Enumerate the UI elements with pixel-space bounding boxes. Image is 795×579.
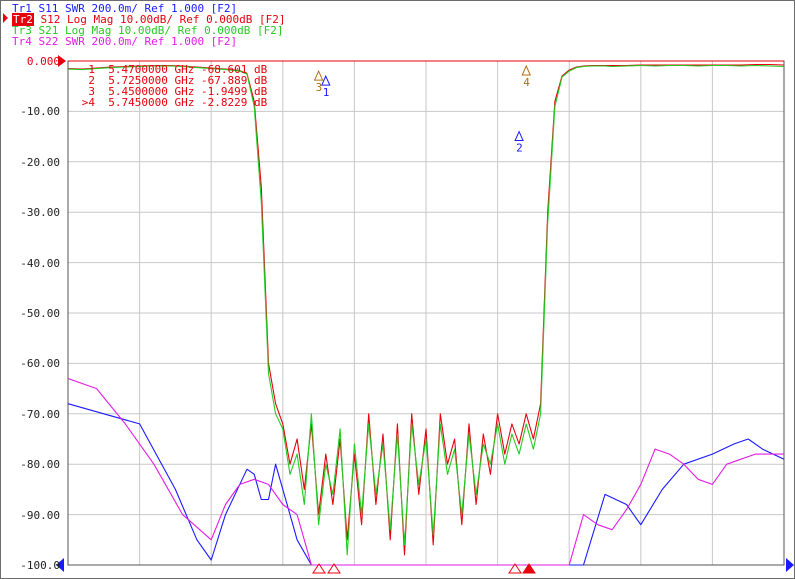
marker-triangle <box>521 64 532 76</box>
y-tick-label: -80.00 <box>20 458 60 472</box>
y-tick-label: -70.00 <box>20 407 60 421</box>
y-tick-label: -100.0 <box>20 559 60 572</box>
marker-number: 4 <box>523 76 530 89</box>
y-tick-label: -10.00 <box>20 105 60 119</box>
marker-triangle <box>320 74 331 86</box>
y-tick-label: -60.00 <box>20 357 60 371</box>
y-tick-label: -50.00 <box>20 307 60 320</box>
marker-number: 3 <box>316 81 323 94</box>
right-scale-arrow <box>786 558 794 572</box>
y-tick-label: -90.00 <box>20 508 60 522</box>
marker-number: 2 <box>516 142 523 155</box>
y-tick-label: -20.00 <box>20 155 60 169</box>
y-tick-label: 0.000 <box>26 55 60 68</box>
marker-number: 1 <box>323 86 330 99</box>
vna-screen: 1234 Tr1 S11 SWR 200.0m/ Ref 1.000 [F2] … <box>0 0 795 579</box>
trace-4-header[interactable]: Tr4 S22 SWR 200.0m/ Ref 1.000 [F2] <box>12 36 237 47</box>
y-tick-label: -40.00 <box>20 256 60 270</box>
marker-row-4[interactable]: >4 5.7450000 GHz -2.8229 dB <box>77 97 267 108</box>
marker-triangle <box>313 69 324 81</box>
active-trace-arrow <box>3 13 8 23</box>
y-tick-label: -30.00 <box>20 206 60 220</box>
marker-triangle <box>514 130 524 142</box>
